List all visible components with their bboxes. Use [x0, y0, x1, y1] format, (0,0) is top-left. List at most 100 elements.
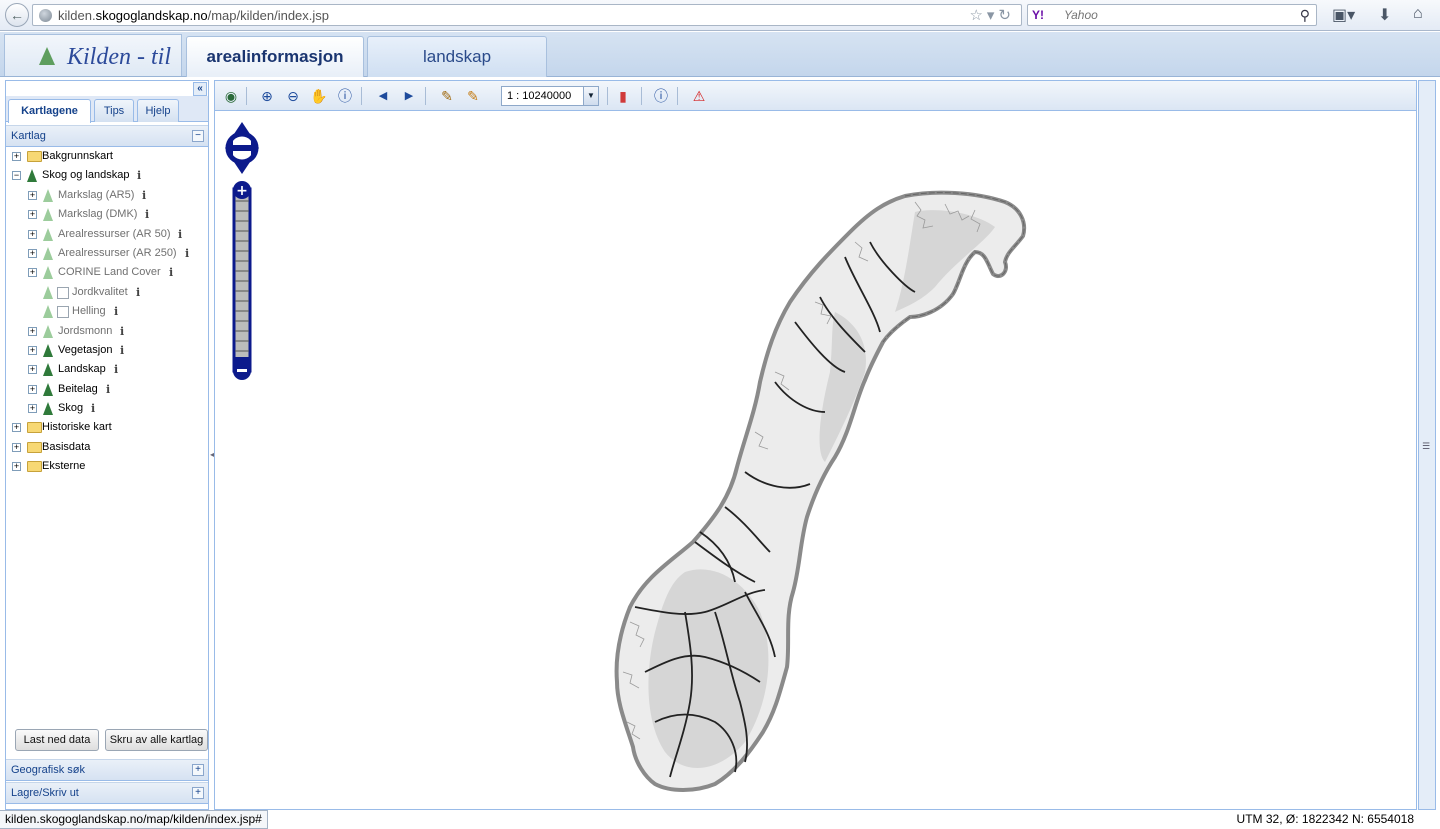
tree-node[interactable]: Helling i: [10, 302, 206, 321]
address-bar[interactable]: kilden.skogoglandskap.no/map/kilden/inde…: [32, 4, 1022, 26]
toolbar-separator: [641, 87, 642, 105]
bookmark-star-icon[interactable]: ☆▾↻: [969, 6, 1015, 24]
full-extent-icon[interactable]: ◉: [221, 86, 241, 106]
zoom-in-icon[interactable]: ⊕: [257, 86, 277, 106]
tab-landskap[interactable]: landskap: [367, 36, 547, 77]
expand-save-print-icon[interactable]: +: [192, 787, 204, 799]
info-icon[interactable]: i: [145, 205, 149, 224]
next-extent-icon[interactable]: ▶: [399, 86, 419, 106]
search-box[interactable]: Y! ⚲: [1027, 4, 1317, 26]
tree-layer-icon: [43, 382, 53, 396]
scale-select[interactable]: 1 : 10240000 ▼: [501, 86, 599, 106]
tree-node[interactable]: + Eksterne: [10, 457, 206, 476]
expand-icon[interactable]: +: [28, 248, 37, 258]
geo-search-header[interactable]: Geografisk søk +: [6, 759, 208, 781]
logo: Kilden - til: [4, 34, 182, 76]
help-icon[interactable]: ⓘ: [651, 86, 671, 106]
tree-node[interactable]: + Beitelag i: [10, 380, 206, 399]
tree-node[interactable]: + Jordsmonn i: [10, 322, 206, 341]
collapse-kartlag-icon[interactable]: −: [192, 130, 204, 142]
save-print-header[interactable]: Lagre/Skriv ut +: [6, 782, 208, 804]
expand-icon[interactable]: +: [12, 152, 21, 161]
tree-node[interactable]: + CORINE Land Cover i: [10, 263, 206, 282]
info-icon[interactable]: i: [106, 380, 110, 399]
info-icon[interactable]: ⓘ: [335, 86, 355, 106]
tree-node[interactable]: + Markslag (AR5) i: [10, 186, 206, 205]
tree-node[interactable]: + Landskap i: [10, 360, 206, 379]
expand-icon[interactable]: +: [28, 384, 37, 394]
expand-icon[interactable]: +: [28, 345, 37, 355]
tree-node[interactable]: + Basisdata: [10, 438, 206, 457]
info-icon[interactable]: i: [114, 360, 118, 379]
expand-icon[interactable]: +: [28, 404, 37, 414]
zoom-out-icon[interactable]: ⊖: [283, 86, 303, 106]
expand-icon[interactable]: +: [12, 442, 21, 452]
tree-node[interactable]: + Bakgrunnskart: [10, 147, 206, 166]
expand-geo-search-icon[interactable]: +: [192, 764, 204, 776]
search-input[interactable]: [1064, 8, 1294, 22]
turn-off-all-layers-button[interactable]: Skru av alle kartlag: [105, 729, 208, 751]
tree-node[interactable]: + Vegetasjon i: [10, 341, 206, 360]
expand-icon[interactable]: +: [12, 462, 21, 472]
splitter-grip-icon[interactable]: ☰: [1422, 441, 1430, 452]
tree-node[interactable]: − Skog og landskap i: [10, 166, 206, 185]
tab-arealinformasjon[interactable]: arealinformasjon: [186, 36, 364, 77]
info-icon[interactable]: i: [120, 341, 124, 360]
expand-icon[interactable]: +: [28, 210, 37, 220]
measure-line-icon[interactable]: ✎: [437, 86, 457, 106]
info-icon[interactable]: i: [169, 263, 173, 282]
expand-icon[interactable]: +: [28, 190, 37, 200]
tree-node[interactable]: + Skog i: [10, 399, 206, 418]
tree-node-label: Jordkvalitet: [72, 285, 128, 298]
toolbar-separator: [607, 87, 608, 105]
expand-icon[interactable]: +: [28, 229, 37, 239]
info-icon[interactable]: i: [114, 302, 118, 321]
eraser-icon[interactable]: ▮: [613, 86, 633, 106]
download-icon[interactable]: ⬇: [1378, 5, 1391, 25]
info-icon[interactable]: i: [91, 399, 95, 418]
tree-node-label: Basisdata: [42, 440, 91, 453]
info-icon[interactable]: i: [137, 166, 141, 185]
tab-tips[interactable]: Tips: [94, 99, 134, 122]
tree-node-label: Skog: [58, 402, 84, 415]
previous-extent-icon[interactable]: ◀: [373, 86, 393, 106]
info-icon[interactable]: i: [178, 225, 182, 244]
tab-hjelp[interactable]: Hjelp: [137, 99, 179, 122]
tree-node-label: Vegetasjon: [58, 343, 113, 356]
info-icon[interactable]: i: [120, 322, 124, 341]
info-icon[interactable]: i: [142, 186, 146, 205]
expand-icon[interactable]: +: [28, 268, 37, 278]
map-canvas[interactable]: +: [215, 112, 1416, 809]
back-arrow-icon[interactable]: ←: [5, 3, 29, 27]
pan-hand-icon[interactable]: ✋: [309, 86, 329, 106]
tree-node[interactable]: + Historiske kart: [10, 418, 206, 437]
measure-area-icon[interactable]: ✎: [463, 86, 483, 106]
tab-kartlagene[interactable]: Kartlagene: [8, 99, 91, 123]
tree-node[interactable]: + Markslag (DMK) i: [10, 205, 206, 224]
info-icon[interactable]: i: [136, 283, 140, 302]
download-data-button[interactable]: Last ned data: [15, 729, 99, 751]
tree-node-label: Historiske kart: [42, 421, 112, 434]
warning-icon[interactable]: ⚠: [689, 86, 709, 106]
home-icon[interactable]: ⌂: [1413, 5, 1423, 23]
expand-icon[interactable]: +: [28, 365, 37, 375]
toolbar-separator: [361, 87, 362, 105]
right-splitter[interactable]: ☰: [1418, 80, 1436, 810]
kartlag-header[interactable]: Kartlag −: [6, 125, 208, 147]
search-icon[interactable]: ⚲: [1300, 7, 1310, 24]
tree-node[interactable]: + Arealressurser (AR 250) i: [10, 244, 206, 263]
tree-node[interactable]: + Arealressurser (AR 50) i: [10, 225, 206, 244]
expand-icon[interactable]: +: [12, 423, 21, 433]
tree-node[interactable]: Jordkvalitet i: [10, 283, 206, 302]
bookmarks-icon[interactable]: ▣▾: [1332, 5, 1355, 25]
toolbar-separator: [425, 87, 426, 105]
collapse-icon[interactable]: −: [12, 171, 21, 181]
tree-node-label: Helling: [72, 305, 106, 318]
search-engine-icon[interactable]: Y!: [1032, 8, 1044, 22]
expand-icon[interactable]: +: [28, 326, 37, 336]
layer-checkbox[interactable]: [57, 286, 69, 299]
layer-checkbox[interactable]: [57, 306, 69, 319]
collapse-panel-icon[interactable]: «: [193, 82, 207, 96]
chevron-down-icon[interactable]: ▼: [583, 87, 598, 105]
info-icon[interactable]: i: [185, 244, 189, 263]
